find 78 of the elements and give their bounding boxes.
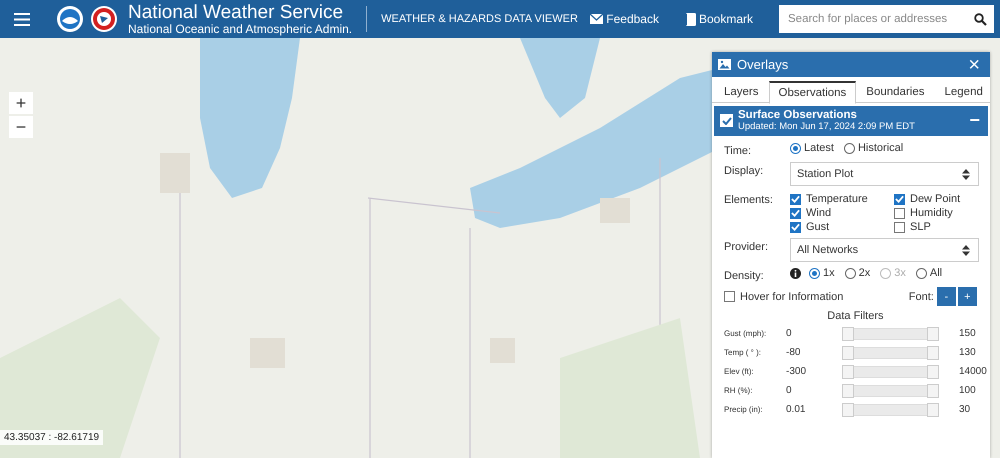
font-label: Font: [908,290,934,303]
radio-option[interactable]: 2x [844,267,870,280]
field-label: Display: [724,164,764,178]
radio-option[interactable]: All [916,267,942,280]
app-name: WEATHER & HAZARDS DATA VIEWER [381,13,578,25]
filter-min: 0.01 [786,404,806,416]
filter-max: 30 [959,404,970,416]
zoom-out-button[interactable]: − [9,116,33,138]
checkbox[interactable] [894,194,905,205]
field-label: Density: [724,269,765,282]
search-icon[interactable] [974,13,987,26]
book-icon [684,12,696,26]
close-button[interactable]: × [964,54,984,74]
filter-label: RH (%): [724,386,754,396]
radio-option[interactable]: Historical [844,142,904,154]
zoom-in-button[interactable]: + [9,92,33,114]
range-slider[interactable] [842,328,939,340]
filter-max: 14000 [959,366,987,378]
option-label: Humidity [910,207,953,220]
bookmark-link[interactable]: Bookmark [684,12,753,26]
checkbox[interactable] [790,208,801,219]
feedback-link[interactable]: Feedback [590,12,659,26]
field-label: Elements: [724,193,774,206]
site-title: National Weather Service [128,3,344,22]
site-subtitle: National Oceanic and Atmospheric Admin. [128,23,352,35]
range-slider[interactable] [842,366,939,378]
sort-arrows-icon [962,168,970,180]
field-label: Time: [724,144,752,158]
panel-tab[interactable]: Observations [768,81,856,104]
menu-icon[interactable] [14,12,30,26]
dropdown[interactable]: Station Plot [790,162,979,186]
radio-option[interactable]: 1x [809,267,835,280]
filters-heading: Data Filters [826,310,885,322]
envelope-icon [590,14,604,24]
emblem-icon [56,5,84,33]
filter-min: -300 [786,366,808,378]
filter-label: Gust (mph): [724,329,768,338]
filter-max: 130 [959,347,976,358]
coordinates-readout: 43.35037 : -82.61719 [0,430,104,445]
radio-option[interactable]: Latest [790,142,834,154]
panel-tab[interactable]: Legend [934,81,993,103]
panel-tab[interactable]: Layers [714,81,769,103]
font-increase-button[interactable]: + [958,287,977,306]
option-label: SLP [910,221,931,234]
filter-label: Elev (ft): [724,367,755,376]
info-icon[interactable] [790,268,801,279]
range-slider[interactable] [842,384,939,397]
filter-min: 0 [786,328,793,340]
checkbox[interactable] [894,208,905,219]
checkbox[interactable] [790,222,801,233]
filter-min: 0 [786,385,793,396]
checkbox[interactable] [724,291,735,302]
range-slider[interactable] [842,404,939,416]
checkbox[interactable] [790,194,801,205]
sort-arrows-icon [962,244,970,256]
filter-max: 100 [959,385,976,396]
option-label: Temperature [806,193,868,206]
panel-tab[interactable]: Boundaries [856,81,934,103]
dropdown[interactable]: All Networks [790,238,979,262]
checkbox[interactable] [894,222,905,233]
panel-title: Overlays [737,57,790,72]
filter-label: Temp ( ° ): [724,348,762,358]
option-label: Dew Point [910,193,960,206]
filter-min: -80 [786,347,802,358]
update-time: Updated: Mon Jun 17, 2024 2:09 PM EDT [738,122,916,132]
filter-label: Precip (in): [724,405,764,414]
section-title: Surface Observations [738,109,858,122]
picture-icon [718,59,731,70]
font-decrease-button[interactable]: - [936,287,956,306]
filter-max: 150 [959,328,976,340]
field-label: Provider: [724,240,770,254]
collapse-button[interactable]: − [969,110,980,132]
option-label: Hover for Information [740,290,844,303]
option-label: Wind [806,207,832,220]
option-label: Gust [806,221,830,234]
range-slider[interactable] [842,346,939,359]
emblem-icon [90,5,118,33]
search-field[interactable]: Search for places or addresses [779,5,994,33]
